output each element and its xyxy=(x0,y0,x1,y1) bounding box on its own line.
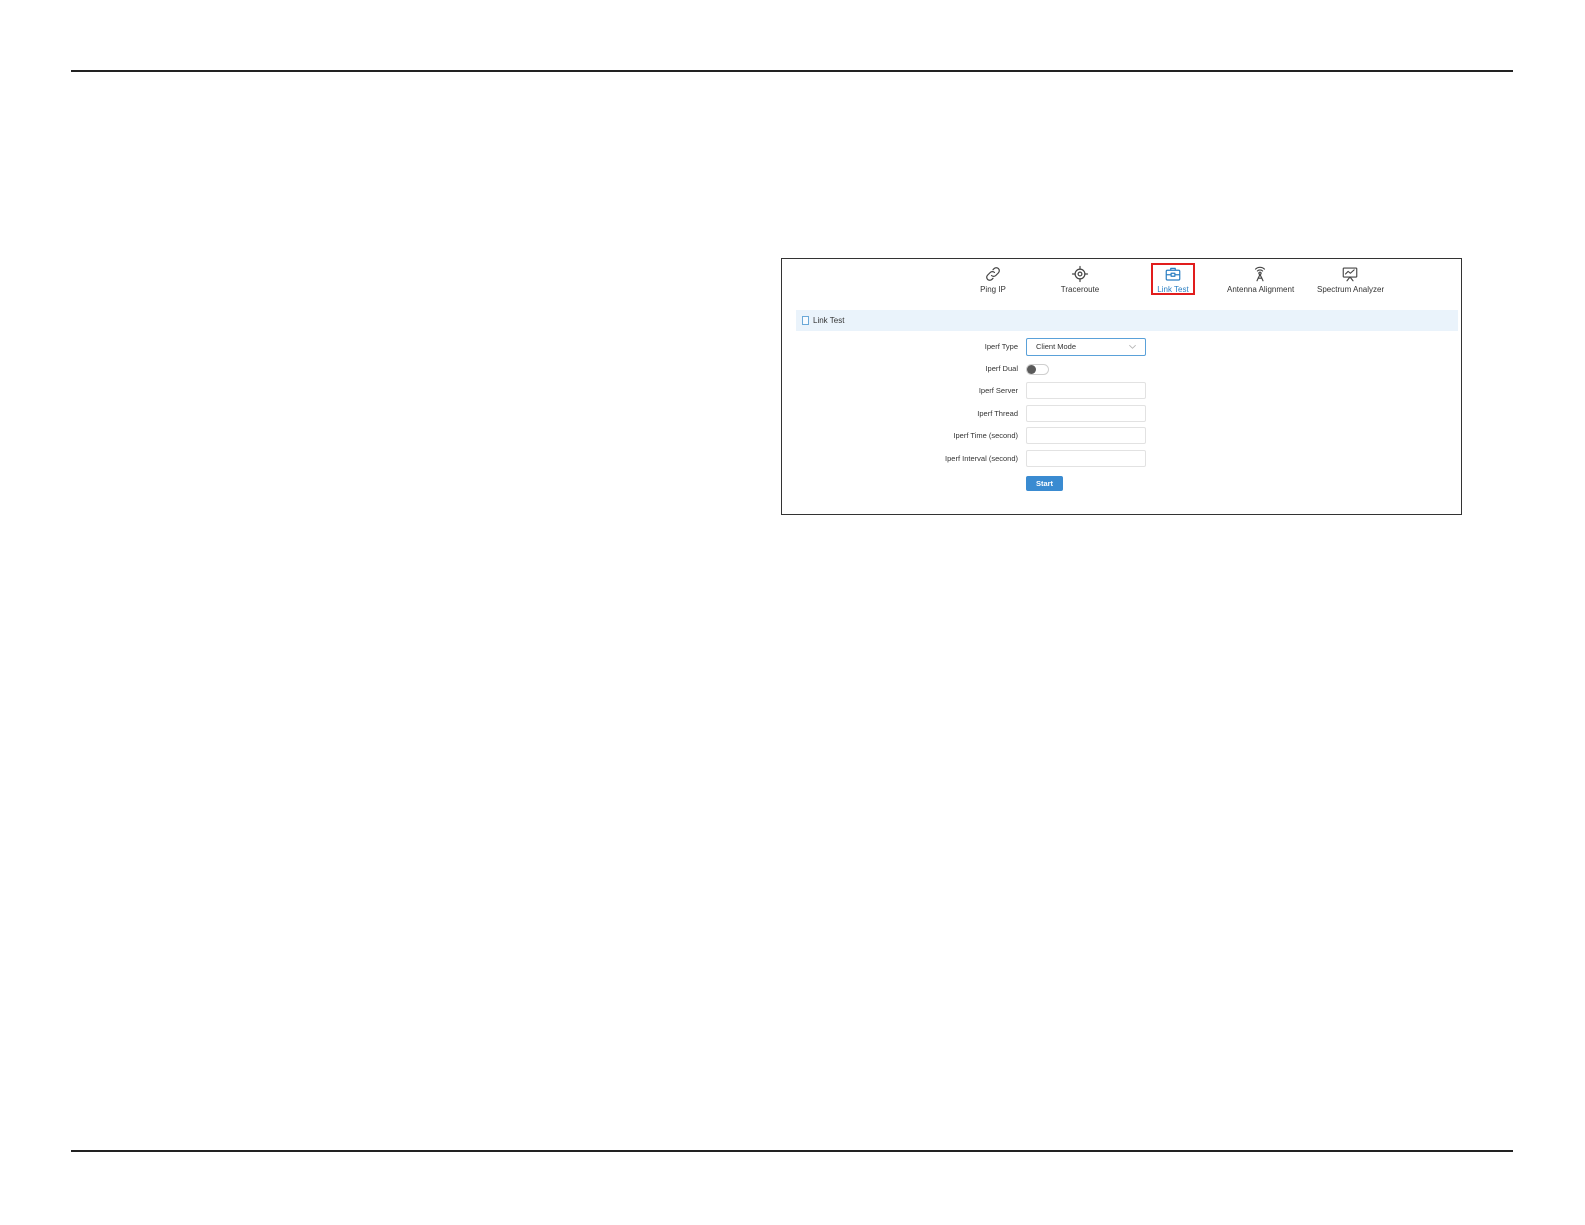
iperf-interval-row: Iperf Interval (second) xyxy=(782,450,1463,468)
iperf-thread-label: Iperf Thread xyxy=(977,409,1018,418)
crosshair-icon xyxy=(1071,265,1089,283)
iperf-server-input[interactable] xyxy=(1026,382,1146,399)
tab-antenna-alignment[interactable]: Antenna Alignment xyxy=(1227,265,1295,294)
iperf-interval-input[interactable] xyxy=(1026,450,1146,467)
screenshot-panel: Ping IP Traceroute Link Test Antenna Ali… xyxy=(781,258,1462,515)
iperf-thread-input[interactable] xyxy=(1026,405,1146,422)
tab-label: Antenna Alignment xyxy=(1227,285,1295,294)
tab-ping-ip[interactable]: Ping IP xyxy=(972,265,1014,294)
iperf-time-input[interactable] xyxy=(1026,427,1146,444)
iperf-type-select[interactable]: Client Mode xyxy=(1026,338,1146,356)
iperf-dual-label: Iperf Dual xyxy=(985,364,1018,373)
tab-label: Ping IP xyxy=(980,285,1006,294)
iperf-time-label: Iperf Time (second) xyxy=(953,431,1018,440)
iperf-type-row: Iperf Type Client Mode xyxy=(782,338,1463,356)
iperf-dual-toggle[interactable] xyxy=(1026,364,1049,375)
highlight-frame xyxy=(1151,263,1195,295)
start-button[interactable]: Start xyxy=(1026,476,1063,491)
tab-label: Traceroute xyxy=(1060,285,1100,294)
toggle-knob xyxy=(1027,365,1036,374)
section-title: Link Test xyxy=(813,316,845,325)
iperf-time-row: Iperf Time (second) xyxy=(782,427,1463,445)
manual-page: Ping IP Traceroute Link Test Antenna Ali… xyxy=(0,0,1585,1225)
section-header: Link Test xyxy=(796,310,1458,331)
document-icon xyxy=(802,316,809,325)
tab-link-test[interactable]: Link Test xyxy=(1151,263,1195,295)
chevron-down-icon xyxy=(1129,344,1136,349)
link-icon xyxy=(984,265,1002,283)
iperf-thread-row: Iperf Thread xyxy=(782,405,1463,423)
iperf-dual-row: Iperf Dual xyxy=(782,360,1463,378)
antenna-icon xyxy=(1251,265,1269,283)
tab-spectrum-analyzer[interactable]: Spectrum Analyzer xyxy=(1317,265,1385,294)
tab-traceroute[interactable]: Traceroute xyxy=(1055,265,1105,294)
iperf-type-value: Client Mode xyxy=(1036,342,1077,351)
iperf-server-label: Iperf Server xyxy=(978,386,1018,395)
footer-rule xyxy=(71,1150,1513,1152)
tab-label: Spectrum Analyzer xyxy=(1317,285,1385,294)
monitor-chart-icon xyxy=(1341,265,1359,283)
iperf-server-row: Iperf Server xyxy=(782,382,1463,400)
iperf-interval-label: Iperf Interval (second) xyxy=(945,454,1018,463)
header-rule xyxy=(71,70,1513,72)
iperf-type-label: Iperf Type xyxy=(984,342,1018,351)
